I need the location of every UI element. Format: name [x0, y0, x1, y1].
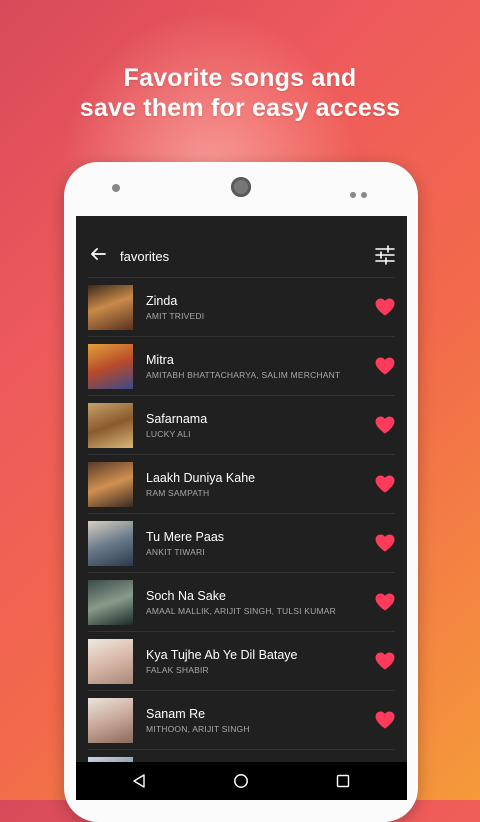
- phone-speaker-dots: [350, 185, 372, 203]
- album-art: [88, 285, 133, 330]
- album-art: [88, 344, 133, 389]
- triangle-back-icon[interactable]: [132, 774, 146, 788]
- album-art: [88, 580, 133, 625]
- circle-home-icon[interactable]: [233, 773, 249, 789]
- song-row[interactable]: Tu Mere Paas ANKIT TIWARI: [88, 513, 395, 572]
- song-row[interactable]: Safarnama LUCKY ALI: [88, 395, 395, 454]
- heart-icon[interactable]: [375, 298, 395, 316]
- song-title: Laakh Duniya Kahe: [146, 471, 256, 485]
- app-bar: favorites: [76, 216, 407, 276]
- song-row[interactable]: Soch Na Sake AMAAL MALLIK, ARIJIT SINGH, …: [88, 572, 395, 631]
- song-artist: AMAAL MALLIK, ARIJIT SINGH, TULSI KUMAR: [146, 606, 336, 616]
- song-row[interactable]: Mitra AMITABH BHATTACHARYA, SALIM MERCHAN…: [88, 336, 395, 395]
- album-art: [88, 698, 133, 743]
- heart-icon[interactable]: [375, 652, 395, 670]
- song-title: Soch Na Sake: [146, 589, 226, 603]
- song-title: Mitra: [146, 353, 174, 367]
- heart-icon[interactable]: [375, 534, 395, 552]
- heart-icon[interactable]: [375, 357, 395, 375]
- song-row[interactable]: Zinda AMIT TRIVEDI: [88, 277, 395, 336]
- song-artist: MITHOON, ARIJIT SINGH: [146, 724, 250, 734]
- song-row[interactable]: Kya Tujhe Ab Ye Dil Bataye FALAK SHABIR: [88, 631, 395, 690]
- sliders-icon[interactable]: [375, 245, 395, 265]
- song-title: Sanam Re: [146, 707, 206, 721]
- square-recents-icon[interactable]: [336, 774, 350, 788]
- song-artist: RAM SAMPATH: [146, 488, 210, 498]
- promo-line-1: Favorite songs and: [123, 64, 357, 92]
- song-title: Safarnama: [146, 412, 208, 426]
- promo-line-2: save them for easy access: [79, 94, 401, 122]
- song-artist: AMITABH BHATTACHARYA, SALIM MERCHANT: [146, 370, 341, 380]
- arrow-left-icon[interactable]: [90, 246, 106, 262]
- phone-sensor-dot: [112, 184, 120, 192]
- song-artist: FALAK SHABIR: [146, 665, 209, 675]
- heart-icon[interactable]: [375, 593, 395, 611]
- song-row[interactable]: Sanam Re MITHOON, ARIJIT SINGH: [88, 690, 395, 749]
- song-list: Zinda AMIT TRIVEDI Mitra AMITABH BHATTACHAR…: [76, 277, 407, 800]
- album-art: [88, 403, 133, 448]
- album-art: [88, 521, 133, 566]
- android-nav-bar: [76, 762, 407, 800]
- heart-icon[interactable]: [375, 416, 395, 434]
- album-art: [88, 462, 133, 507]
- song-title: Zinda: [146, 294, 178, 308]
- app-screen: favorites Zinda AMIT TRIVEDI Mitra AMITABH …: [76, 216, 407, 800]
- song-artist: AMIT TRIVEDI: [146, 311, 205, 321]
- phone-camera: [231, 177, 251, 197]
- song-artist: LUCKY ALI: [146, 429, 191, 439]
- heart-icon[interactable]: [375, 475, 395, 493]
- promo-headline: Favorite songs and save them for easy ac…: [0, 63, 480, 123]
- song-row[interactable]: Laakh Duniya Kahe RAM SAMPATH: [88, 454, 395, 513]
- page-title: favorites: [120, 249, 170, 264]
- song-artist: ANKIT TIWARI: [146, 547, 205, 557]
- song-title: Tu Mere Paas: [146, 530, 225, 544]
- heart-icon[interactable]: [375, 711, 395, 729]
- album-art: [88, 639, 133, 684]
- song-title: Kya Tujhe Ab Ye Dil Bataye: [146, 648, 298, 662]
